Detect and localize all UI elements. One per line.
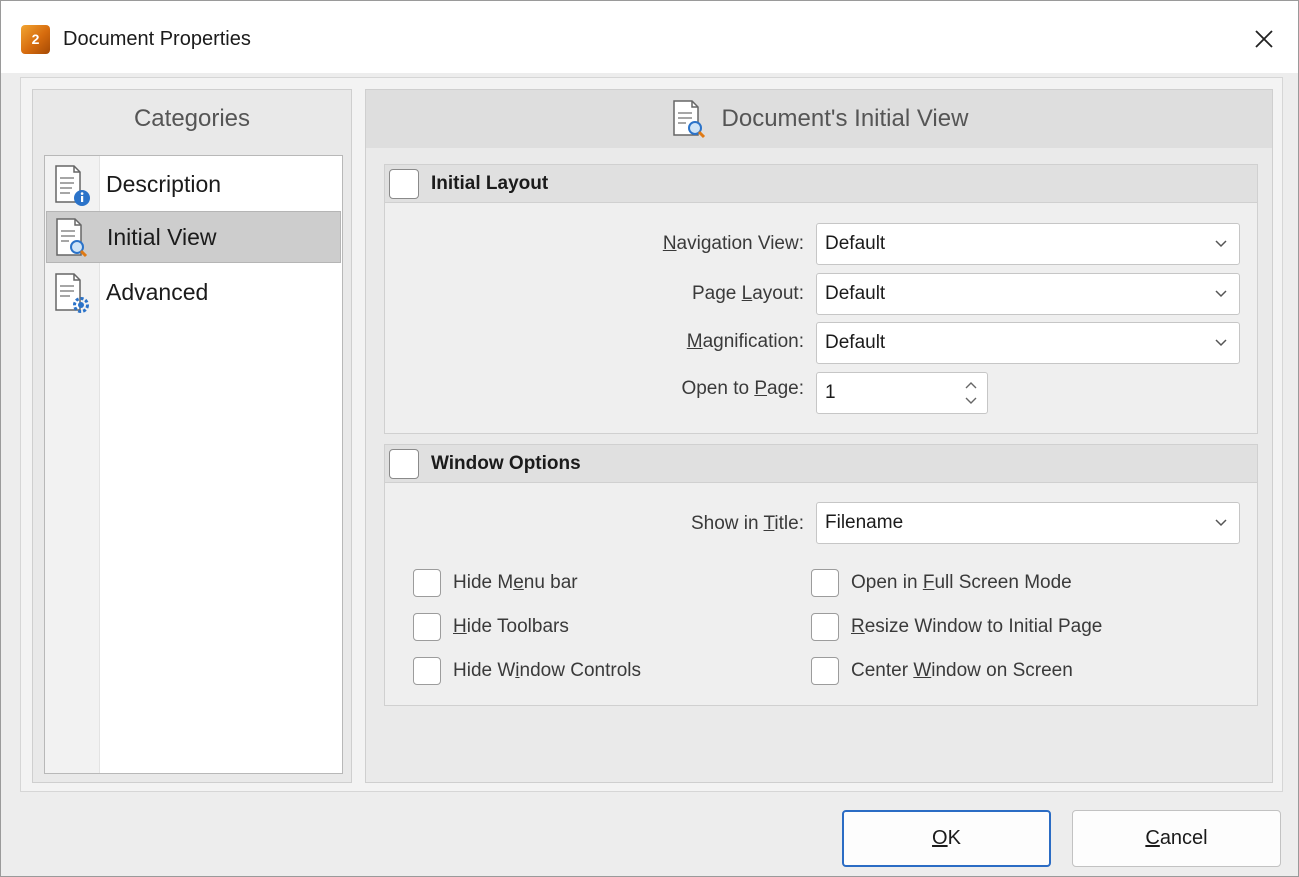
window-options-group: Window Options Show in Title: Filename H…	[384, 444, 1258, 706]
hide-menu-bar-option[interactable]: Hide Menu bar	[413, 569, 578, 597]
document-gear-icon	[46, 266, 100, 318]
document-magnifier-icon	[672, 100, 705, 139]
open-full-screen-checkbox[interactable]	[811, 569, 839, 597]
category-item-description[interactable]: Description	[46, 158, 341, 210]
window-options-header: Window Options	[385, 445, 1257, 483]
navigation-view-label: Navigation View:	[662, 233, 804, 254]
document-properties-dialog: 2 Document Properties Categories Descrip…	[0, 0, 1299, 877]
initial-layout-title: Initial Layout	[431, 172, 549, 194]
window-options-checkbox[interactable]	[389, 448, 419, 479]
ok-button[interactable]: OK	[842, 810, 1051, 867]
hide-window-controls-option[interactable]: Hide Window Controls	[413, 657, 641, 685]
panel-title: Document's Initial View	[721, 105, 969, 132]
document-magnifier-icon	[47, 211, 101, 263]
category-item-initial-view[interactable]: Initial View	[46, 211, 341, 263]
open-to-page-spinner[interactable]: 1	[816, 372, 988, 414]
hide-toolbars-checkbox[interactable]	[413, 613, 441, 641]
page-layout-label: Page Layout:	[692, 283, 804, 304]
panel-header: Document's Initial View	[366, 90, 1272, 148]
close-button[interactable]	[1244, 19, 1284, 59]
chevron-down-icon	[1215, 339, 1227, 347]
close-icon	[1255, 30, 1273, 48]
categories-list: Description Initial View Advanced	[44, 155, 343, 774]
show-in-title-select[interactable]: Filename	[816, 502, 1240, 544]
category-label: Advanced	[106, 278, 209, 305]
window-title: Document Properties	[63, 28, 251, 50]
chevron-down-icon	[1215, 290, 1227, 298]
page-layout-select[interactable]: Default	[816, 273, 1240, 315]
category-label: Description	[106, 170, 222, 197]
open-full-screen-option[interactable]: Open in Full Screen Mode	[811, 569, 1072, 597]
open-to-page-value: 1	[825, 382, 836, 403]
chevron-down-icon	[1215, 519, 1227, 527]
navigation-view-select[interactable]: Default	[816, 223, 1240, 265]
category-item-advanced[interactable]: Advanced	[46, 266, 341, 318]
hide-toolbars-option[interactable]: Hide Toolbars	[413, 613, 569, 641]
app-icon: 2	[21, 25, 50, 54]
center-window-option[interactable]: Center Window on Screen	[811, 657, 1073, 685]
document-info-icon	[46, 158, 100, 210]
initial-layout-group: Initial Layout Navigation View: Default …	[384, 164, 1258, 434]
dialog-content: Categories Description Initial View Adva…	[20, 77, 1283, 792]
spinner-arrows-icon[interactable]	[963, 377, 979, 409]
hide-window-controls-checkbox[interactable]	[413, 657, 441, 685]
resize-window-option[interactable]: Resize Window to Initial Page	[811, 613, 1102, 641]
initial-layout-checkbox[interactable]	[389, 168, 419, 199]
category-label: Initial View	[107, 223, 217, 250]
window-options-title: Window Options	[431, 452, 581, 474]
resize-window-checkbox[interactable]	[811, 613, 839, 641]
magnification-label: Magnification:	[686, 331, 804, 352]
cancel-button[interactable]: Cancel	[1072, 810, 1281, 867]
chevron-down-icon	[1215, 240, 1227, 248]
initial-layout-header: Initial Layout	[385, 165, 1257, 203]
magnification-select[interactable]: Default	[816, 322, 1240, 364]
show-in-title-label: Show in Title:	[690, 513, 804, 534]
hide-menu-bar-checkbox[interactable]	[413, 569, 441, 597]
initial-view-panel: Document's Initial View Initial Layout N…	[365, 89, 1273, 783]
categories-title: Categories	[133, 105, 251, 132]
open-to-page-label: Open to Page:	[681, 378, 804, 399]
center-window-checkbox[interactable]	[811, 657, 839, 685]
categories-panel: Categories Description Initial View Adva…	[32, 89, 352, 783]
title-bar: 2 Document Properties	[1, 1, 1298, 73]
